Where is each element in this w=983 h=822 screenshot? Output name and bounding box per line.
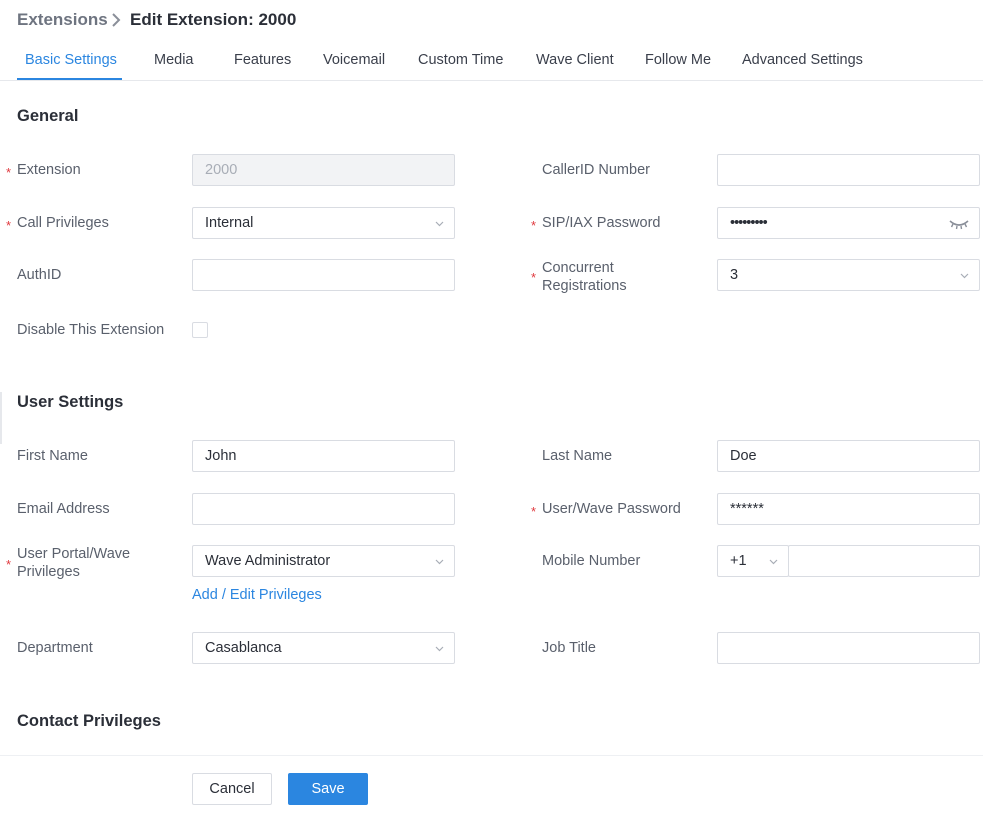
department-select[interactable]: Casablanca [192, 632, 455, 664]
concurrent-label-line2: Registrations [542, 278, 627, 294]
required-mark: * [6, 557, 12, 572]
footer-divider [0, 755, 983, 756]
country-code-select[interactable]: +1 [717, 545, 789, 577]
save-button[interactable]: Save [288, 773, 368, 805]
portal-privileges-value: Wave Administrator [205, 553, 331, 569]
tab-custom-time[interactable]: Custom Time [418, 52, 503, 68]
chevron-down-icon [435, 646, 444, 652]
first-name-label: First Name [17, 448, 88, 464]
tab-basic-settings[interactable]: Basic Settings [25, 52, 117, 68]
portal-privileges-label-line2: Privileges [17, 564, 80, 580]
user-password-label: User/Wave Password [542, 501, 681, 517]
last-name-field[interactable] [717, 440, 980, 472]
sip-password-value: ••••••••• [730, 215, 768, 231]
tab-features[interactable]: Features [234, 52, 291, 68]
email-field[interactable] [192, 493, 455, 525]
user-password-value: ****** [730, 501, 764, 517]
required-mark: * [531, 218, 537, 233]
breadcrumb-parent[interactable]: Extensions [17, 10, 108, 30]
disable-extension-checkbox[interactable] [192, 322, 208, 338]
tab-wave-client[interactable]: Wave Client [536, 52, 614, 68]
chevron-right-icon [112, 13, 121, 27]
active-tab-indicator [17, 78, 122, 80]
required-mark: * [531, 270, 537, 285]
tab-follow-me[interactable]: Follow Me [645, 52, 711, 68]
required-mark: * [6, 165, 12, 180]
disable-extension-label: Disable This Extension [17, 322, 165, 338]
section-title-general: General [17, 107, 79, 125]
chevron-down-icon [435, 221, 444, 227]
cancel-button[interactable]: Cancel [192, 773, 272, 805]
email-label: Email Address [17, 501, 110, 517]
authid-field[interactable] [192, 259, 455, 291]
mobile-number-label: Mobile Number [542, 553, 641, 569]
extension-label: Extension [17, 162, 81, 178]
eye-closed-icon[interactable] [949, 218, 969, 230]
concurrent-label-line1: Concurrent [542, 260, 614, 276]
portal-privileges-select[interactable]: Wave Administrator [192, 545, 455, 577]
call-privileges-select[interactable]: Internal [192, 207, 455, 239]
authid-label: AuthID [17, 267, 62, 283]
sip-password-field[interactable]: ••••••••• [717, 207, 980, 239]
page-title: Edit Extension: 2000 [130, 10, 297, 29]
required-mark: * [6, 218, 12, 233]
sip-password-label: SIP/IAX Password [542, 215, 661, 231]
callerid-field[interactable] [717, 154, 980, 186]
call-privileges-label: Call Privileges [17, 215, 109, 231]
concurrent-registrations-select[interactable]: 3 [717, 259, 980, 291]
department-value: Casablanca [205, 640, 282, 656]
required-mark: * [531, 504, 537, 519]
job-title-field[interactable] [717, 632, 980, 664]
mobile-number-field[interactable] [788, 545, 980, 577]
country-code-value: +1 [730, 553, 747, 569]
concurrent-registrations-label: Concurrent Registrations [542, 259, 627, 295]
call-privileges-value: Internal [205, 215, 254, 231]
section-title-user-settings: User Settings [17, 393, 124, 411]
portal-privileges-label: User Portal/Wave Privileges [17, 545, 130, 581]
user-password-field[interactable]: ****** [717, 493, 980, 525]
tab-advanced-settings[interactable]: Advanced Settings [742, 52, 863, 68]
chevron-down-icon [960, 273, 969, 279]
job-title-label: Job Title [542, 640, 596, 656]
tab-voicemail[interactable]: Voicemail [323, 52, 385, 68]
left-edge-divider [0, 392, 2, 444]
tab-media[interactable]: Media [154, 52, 194, 68]
last-name-label: Last Name [542, 448, 613, 464]
add-edit-privileges-link[interactable]: Add / Edit Privileges [192, 587, 322, 603]
department-label: Department [17, 640, 93, 656]
tab-bar: Basic Settings Media Features Voicemail … [0, 44, 983, 81]
portal-privileges-label-line1: User Portal/Wave [17, 546, 131, 562]
callerid-label: CallerID Number [542, 162, 650, 178]
first-name-field[interactable] [192, 440, 455, 472]
chevron-down-icon [435, 559, 444, 565]
chevron-down-icon [769, 559, 778, 565]
section-title-contact-privileges: Contact Privileges [17, 712, 161, 730]
concurrent-registrations-value: 3 [730, 267, 739, 283]
extension-field [192, 154, 455, 186]
